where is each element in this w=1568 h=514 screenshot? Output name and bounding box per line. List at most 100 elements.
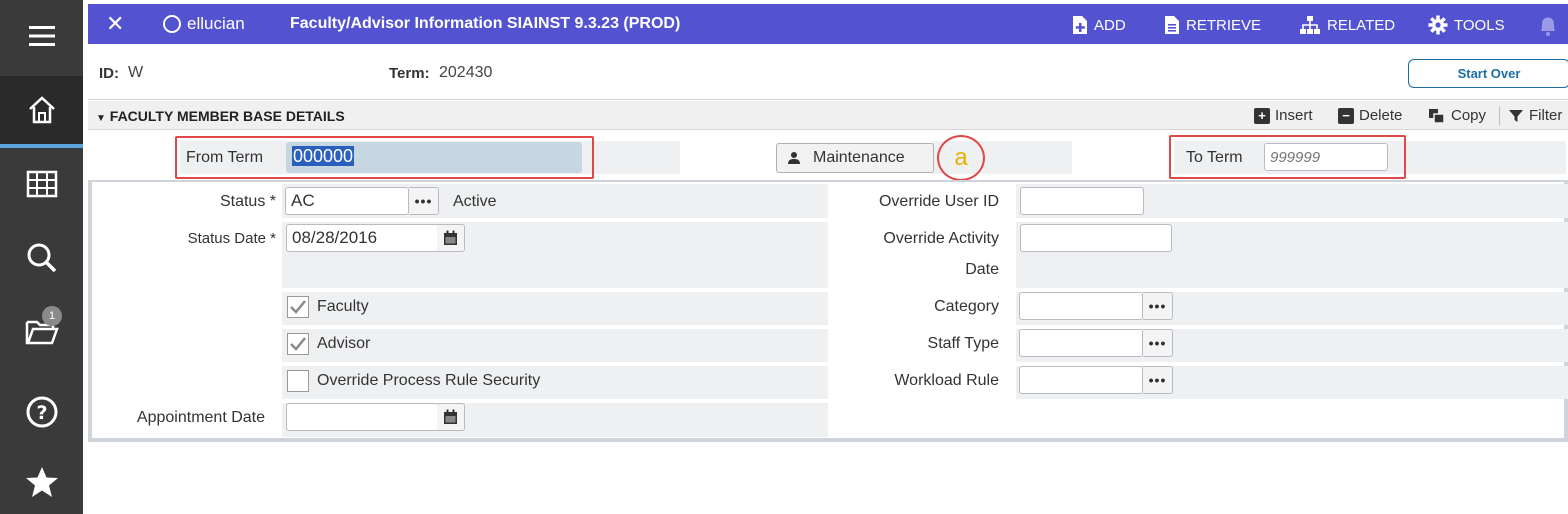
status-date-input[interactable]: 08/28/2016 [286,224,438,252]
left-navigation: 1 ? [0,0,83,514]
user-icon [788,152,800,164]
plus-square-icon: + [1254,107,1270,124]
sitemap-icon [1300,16,1320,34]
checkmark-icon [290,337,306,351]
help-icon: ? [26,396,57,428]
advisor-checkbox[interactable] [287,333,309,355]
workload-rule-input[interactable] [1019,366,1143,394]
add-document-icon [1073,16,1087,34]
to-term-input[interactable] [1264,143,1388,171]
category-input[interactable] [1019,292,1143,320]
appointment-date-calendar-button[interactable] [437,403,465,431]
section-title[interactable]: ▼ FACULTY MEMBER BASE DETAILS [96,108,345,124]
home-icon [28,96,55,124]
hamburger-icon [28,26,55,46]
override-activity-date-label-2: Date [965,261,999,278]
gear-icon [1428,15,1448,35]
header-bar: ✕ ellucian Faculty/Advisor Information S… [88,4,1568,44]
applications-button[interactable] [0,148,83,220]
favorites-button[interactable] [0,446,83,514]
staff-type-input[interactable] [1019,329,1143,357]
override-process-label: Override Process Rule Security [317,372,541,389]
caret-down-icon: ▼ [96,113,106,124]
appointment-date-input[interactable] [286,403,438,431]
workload-rule-label: Workload Rule [894,372,999,389]
status-lookup-button[interactable]: ••• [409,187,439,215]
category-lookup-button[interactable]: ••• [1143,292,1173,320]
filter-button[interactable]: Filter [1508,107,1562,124]
from-term-value: 000000 [292,146,355,166]
svg-text:?: ? [36,402,47,424]
key-block: ID: W Term: 202430 Start Over [88,48,1568,100]
from-term-input[interactable]: 000000 [286,142,582,173]
section-header: ▼ FACULTY MEMBER BASE DETAILS + Insert −… [88,101,1568,130]
filter-label: Filter [1529,107,1563,124]
filter-icon [1509,109,1523,122]
annotation-marker: a [937,135,985,181]
delete-label: Delete [1359,107,1403,124]
search-icon [27,243,56,273]
checkmark-icon [290,300,306,314]
status-input[interactable]: AC [285,187,409,215]
copy-icon [1429,108,1445,124]
minus-square-icon: − [1338,107,1354,124]
status-label: Status * [219,193,276,210]
add-button[interactable]: ADD [1072,15,1126,35]
override-activity-date-input[interactable] [1020,224,1172,252]
status-description: Active [453,193,497,210]
override-user-id-input[interactable] [1020,187,1144,215]
workload-rule-lookup-button[interactable]: ••• [1143,366,1173,394]
copy-label: Copy [1451,107,1487,124]
notifications-button[interactable] [1538,15,1558,37]
override-process-checkbox[interactable] [287,370,309,392]
appointment-date-label: Appointment Date [136,409,265,426]
start-over-button[interactable]: Start Over [1408,59,1568,88]
category-label: Category [934,298,999,315]
maintenance-label: Maintenance [813,149,905,166]
to-term-label: To Term [1186,149,1243,166]
help-button[interactable]: ? [0,376,83,448]
recently-opened-badge: 1 [42,306,62,326]
delete-button[interactable]: − Delete [1338,107,1402,124]
recently-opened-button[interactable]: 1 [0,296,83,368]
advisor-label: Advisor [317,335,371,352]
retrieve-button[interactable]: RETRIEVE [1164,15,1261,35]
insert-button[interactable]: + Insert [1254,107,1313,124]
page-title: Faculty/Advisor Information SIAINST 9.3.… [290,15,681,32]
menu-button[interactable] [0,0,83,72]
id-label: ID: [99,65,119,82]
override-activity-date-label: Override Activity [883,230,999,247]
related-button[interactable]: RELATED [1299,15,1395,35]
maintenance-button[interactable]: Maintenance [776,143,934,173]
toolbar-divider [1499,106,1500,126]
close-button[interactable]: ✕ [106,11,124,37]
grid-icon [26,170,57,198]
faculty-label: Faculty [317,298,369,315]
term-value: 202430 [439,64,493,81]
star-icon [25,467,58,497]
term-label: Term: [389,65,430,82]
status-date-calendar-button[interactable] [437,224,465,252]
tools-button[interactable]: TOOLS [1428,15,1505,35]
section-title-text: FACULTY MEMBER BASE DETAILS [109,108,345,124]
faculty-checkbox[interactable] [287,296,309,318]
staff-type-label: Staff Type [927,335,999,352]
ellucian-logo-icon [163,15,181,33]
related-label: RELATED [1327,16,1396,34]
staff-type-lookup-button[interactable]: ••• [1143,329,1173,357]
id-value: W [128,64,144,81]
insert-label: Insert [1275,107,1313,124]
override-user-id-label: Override User ID [878,193,999,210]
ellucian-logo: ellucian [163,14,245,34]
retrieve-label: RETRIEVE [1186,16,1262,34]
copy-button[interactable]: Copy [1428,107,1486,124]
home-button[interactable] [0,76,83,148]
retrieve-document-icon [1165,16,1179,34]
add-label: ADD [1094,16,1126,34]
brand-name: ellucian [187,14,245,33]
calendar-icon [444,230,457,245]
status-date-label: Status Date * [187,230,276,247]
tools-label: TOOLS [1454,16,1505,34]
search-button[interactable] [0,222,83,294]
from-term-label: From Term [186,149,264,166]
